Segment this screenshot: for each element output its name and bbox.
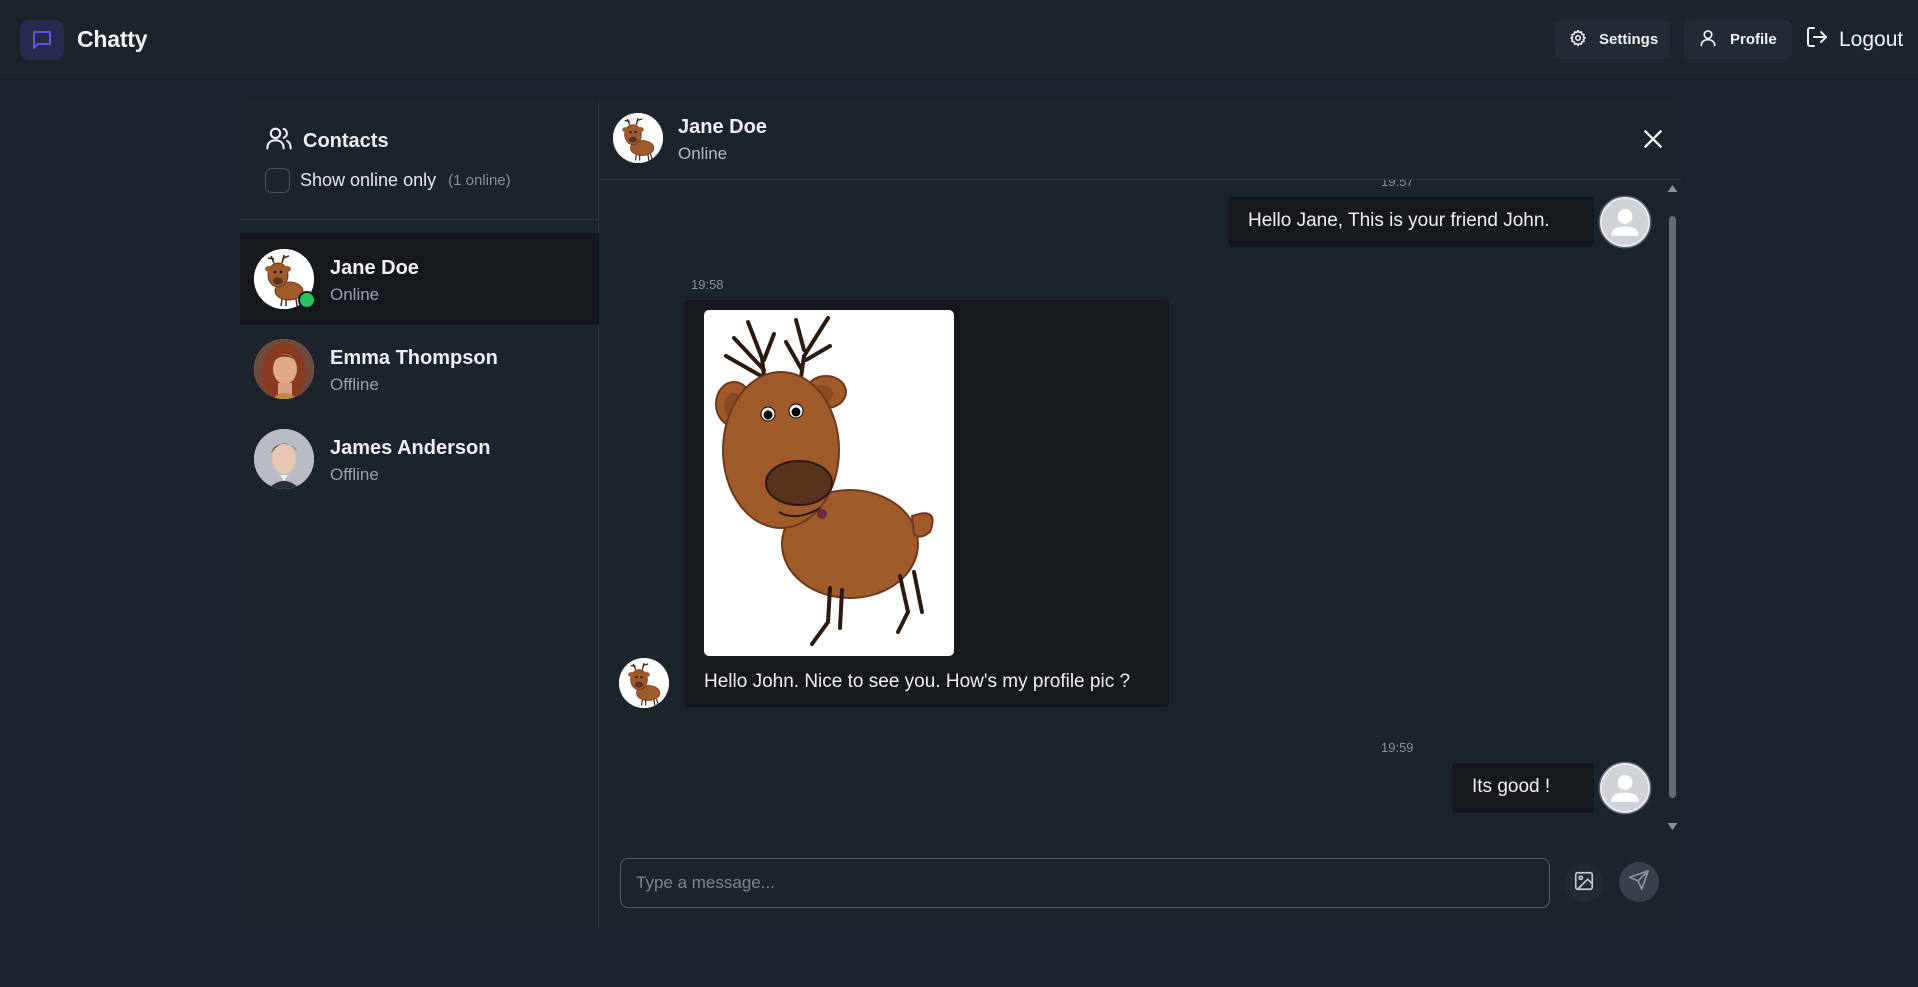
- message-text: Hello John. Nice to see you. How's my pr…: [704, 671, 1131, 692]
- contacts-sidebar: Contacts Show online only (1 online) Jan…: [240, 100, 599, 928]
- users-icon: [265, 124, 293, 158]
- message-scrollbar[interactable]: [1667, 182, 1678, 840]
- online-filter-checkbox[interactable]: [265, 168, 290, 193]
- scrollbar-thumb[interactable]: [1669, 216, 1676, 798]
- online-filter-label: Show online only: [300, 170, 437, 190]
- message-bubble: Hello John. Nice to see you. How's my pr…: [684, 300, 1169, 707]
- contact-status: Offline: [330, 375, 379, 394]
- logout-icon: [1805, 25, 1829, 55]
- message-time: 19:58: [691, 277, 724, 292]
- contacts-title-label: Contacts: [303, 129, 389, 152]
- gear-icon: [1569, 29, 1587, 51]
- chat-contact-status: Online: [678, 144, 728, 163]
- contact-item-jane-doe[interactable]: Jane Doe Online: [240, 233, 599, 325]
- avatar: [613, 113, 663, 163]
- image-icon: [1573, 870, 1595, 897]
- attach-image-button[interactable]: [1565, 864, 1603, 902]
- message-bubble: Its good !: [1452, 763, 1594, 813]
- contact-name: Jane Doe: [330, 257, 419, 279]
- message-time: 19:57: [1381, 180, 1414, 189]
- message-text: Hello Jane, This is your friend John.: [1248, 210, 1550, 231]
- logout-label: Logout: [1839, 27, 1904, 51]
- chat-header: Jane Doe Online: [600, 100, 1681, 180]
- contacts-header: Contacts Show online only (1 online): [240, 100, 599, 220]
- avatar: [619, 658, 669, 708]
- send-button[interactable]: [1619, 862, 1659, 902]
- chat-panel: Jane Doe Online 19:57 Hello Jane, This i…: [600, 100, 1681, 928]
- chat-container: Contacts Show online only (1 online) Jan…: [240, 100, 1681, 928]
- profile-label: Profile: [1730, 31, 1777, 48]
- message-bubble: Hello Jane, This is your friend John.: [1228, 197, 1594, 247]
- app-name[interactable]: Chatty: [77, 26, 148, 53]
- settings-label: Settings: [1599, 31, 1659, 48]
- contact-item-emma-thompson[interactable]: Emma Thompson Offline: [240, 323, 599, 415]
- profile-button[interactable]: Profile: [1684, 20, 1792, 59]
- send-icon: [1628, 869, 1650, 896]
- message-composer: [600, 840, 1681, 928]
- online-status-dot: [298, 291, 316, 309]
- scroll-down-icon[interactable]: [1667, 822, 1678, 831]
- chat-contact-name: Jane Doe: [678, 116, 767, 138]
- chat-logo-icon[interactable]: [20, 20, 64, 60]
- message-list[interactable]: 19:57 Hello Jane, This is your friend Jo…: [600, 180, 1681, 840]
- message-time: 19:59: [1381, 740, 1414, 755]
- top-navbar: Chatty Settings Profile Logout: [0, 0, 1918, 80]
- contact-status: Offline: [330, 465, 379, 484]
- scroll-up-icon[interactable]: [1667, 184, 1678, 193]
- message-image[interactable]: [704, 310, 954, 656]
- contact-item-james-anderson[interactable]: James Anderson Offline: [240, 413, 599, 505]
- message-input[interactable]: [620, 858, 1550, 908]
- contacts-title: Contacts: [265, 124, 389, 158]
- avatar: [254, 339, 314, 399]
- avatar: [254, 429, 314, 489]
- contact-name: James Anderson: [330, 437, 491, 459]
- contact-name: Emma Thompson: [330, 347, 498, 369]
- close-icon[interactable]: [1640, 126, 1666, 152]
- online-count: (1 online): [448, 172, 511, 189]
- avatar: [1600, 197, 1650, 247]
- online-filter[interactable]: Show online only (1 online): [265, 168, 511, 193]
- settings-button[interactable]: Settings: [1555, 20, 1670, 59]
- message-text: Its good !: [1472, 776, 1551, 797]
- logout-button[interactable]: Logout: [1797, 20, 1914, 59]
- user-icon: [1698, 28, 1718, 52]
- contact-status: Online: [330, 285, 380, 304]
- avatar: [1600, 763, 1650, 813]
